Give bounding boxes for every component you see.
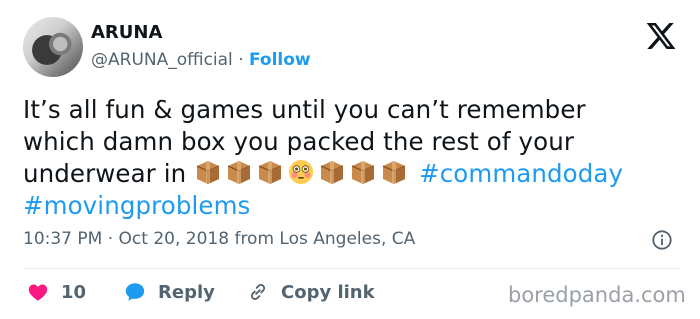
package-icon [382,161,406,184]
tweet-line-4: #movingproblems [23,190,683,222]
flushed-face-icon [289,160,314,184]
author-handle[interactable]: @ARUNA_official [91,50,233,70]
tweet-line-3-text: underwear in [23,159,187,188]
meta-separator: · [107,229,114,249]
follow-button[interactable]: Follow [249,50,311,70]
tweet-time: 10:37 PM [23,229,103,249]
tweet-line-3: underwear in #commandoday [23,158,683,190]
tweet-text: It’s all fun & games until you can’t rem… [23,94,683,222]
source-watermark: boredpanda.com [508,283,686,307]
heart-icon [28,284,48,301]
avatar[interactable] [23,17,83,77]
link-icon [250,284,266,300]
tweet-line-2: which damn box you packed the rest of yo… [23,127,574,156]
package-icon [320,161,344,184]
tweet-timestamp[interactable]: 10:37 PM · Oct 20, 2018 from Los Angeles… [23,229,415,249]
copy-link-label: Copy link [281,281,375,303]
hashtag-link[interactable]: #commandoday [419,159,623,188]
package-icon [351,161,375,184]
package-icon [227,161,251,184]
author-handle-line: @ARUNA_official · Follow [91,50,311,70]
hashtag-link[interactable]: #movingproblems [23,191,250,220]
handle-separator: · [238,50,244,70]
x-logo-icon[interactable] [645,20,677,52]
info-icon[interactable] [651,229,673,251]
copy-link-button[interactable]: Copy link [247,281,375,303]
author-name[interactable]: ARUNA [91,22,162,43]
like-button[interactable]: 10 [27,281,86,303]
package-icon [196,161,220,184]
divider [23,268,680,269]
tweet-location: from Los Angeles, CA [234,229,416,249]
tweet-line-1: It’s all fun & games until you can’t rem… [23,95,586,124]
like-count: 10 [61,281,87,303]
package-icon [258,161,282,184]
emoji-group [194,159,419,188]
tweet-date: Oct 20, 2018 [118,229,230,249]
reply-button[interactable]: Reply [124,281,215,303]
reply-label: Reply [158,281,215,303]
reply-bubble-icon [125,283,145,301]
